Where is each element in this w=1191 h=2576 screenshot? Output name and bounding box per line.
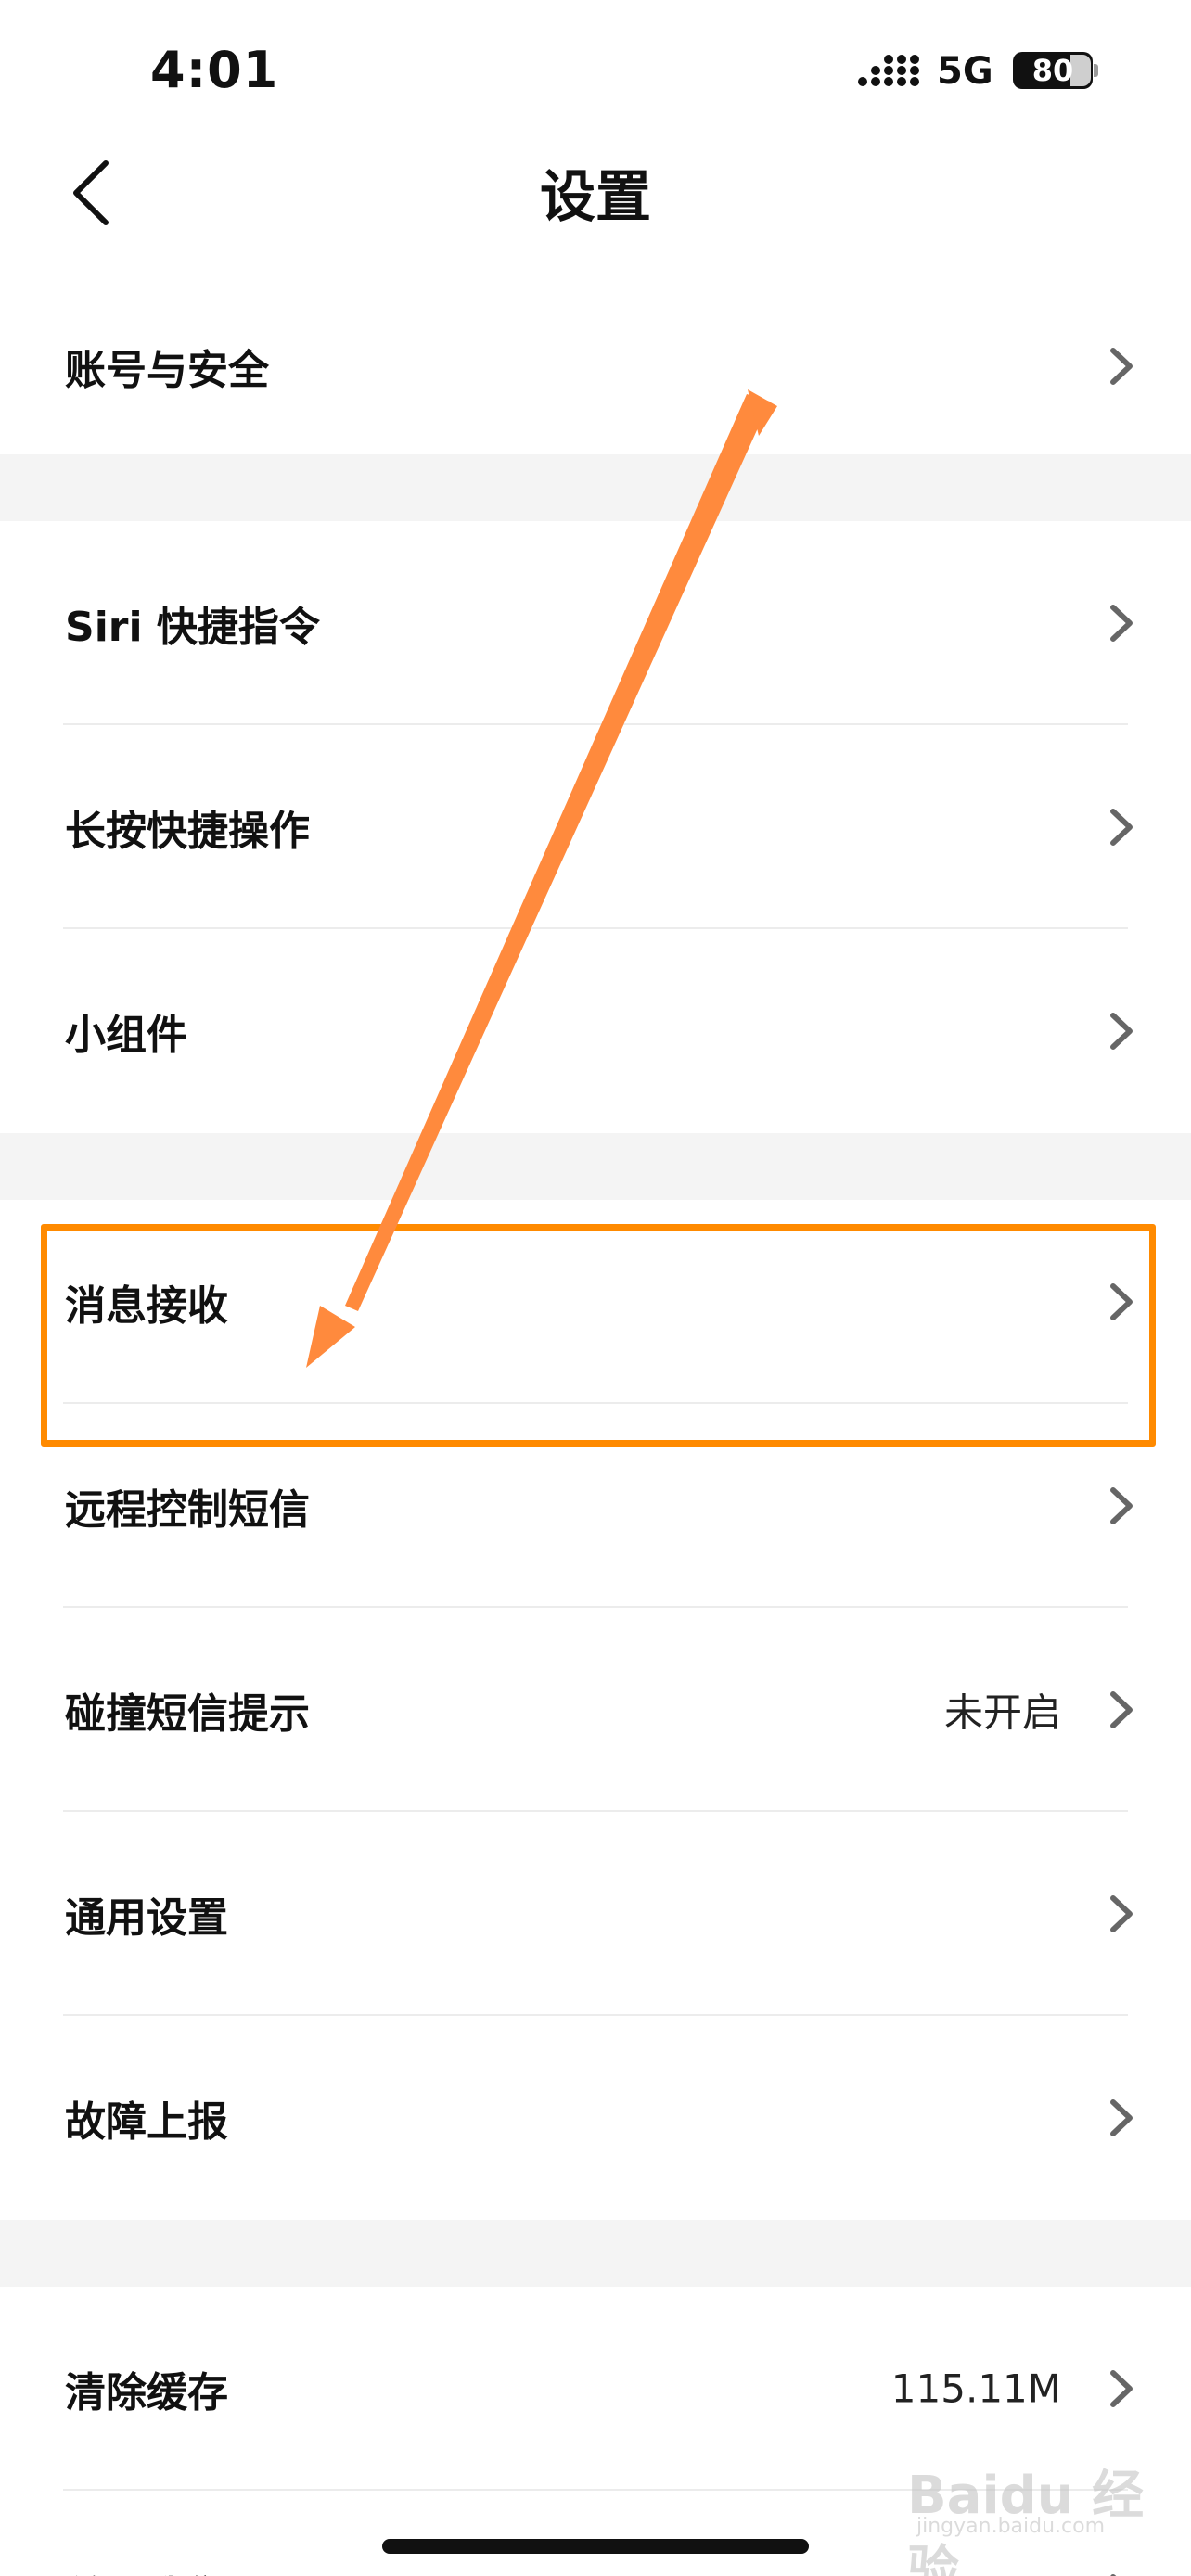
section-gap [0, 2220, 1191, 2287]
row-label: Siri 快捷指令 [65, 604, 320, 651]
row-value: 115.11M [890, 2366, 1061, 2412]
row-label: 长按快捷操作 [65, 808, 310, 855]
watermark: Baidu 经验 jingyan.baidu.com [907, 2448, 1158, 2576]
row-label: 关于我们 [65, 2563, 228, 2576]
chevron-right-icon [1110, 1691, 1133, 1728]
settings-row-collision-sms-alert[interactable]: 碰撞短信提示 未开启 [0, 1608, 1191, 1812]
status-bar: 4:01 5G 80 [0, 0, 1191, 130]
chevron-right-icon [1110, 348, 1133, 385]
nav-bar: 设置 [0, 130, 1191, 250]
watermark-url: jingyan.baidu.com [916, 2515, 1106, 2538]
chevron-right-icon [1110, 605, 1133, 642]
settings-row-account-security[interactable]: 账号与安全 [0, 278, 1191, 454]
annotation-highlight-box [41, 1224, 1156, 1447]
chevron-right-icon [1110, 1487, 1133, 1524]
settings-row-long-press-shortcuts[interactable]: 长按快捷操作 [0, 725, 1191, 929]
row-label: 账号与安全 [65, 347, 269, 394]
chevron-right-icon [1110, 1895, 1133, 1932]
chevron-right-icon [1110, 1013, 1133, 1050]
settings-row-widgets[interactable]: 小组件 [0, 929, 1191, 1133]
settings-row-siri-shortcuts[interactable]: Siri 快捷指令 [0, 521, 1191, 725]
home-indicator[interactable] [382, 2539, 809, 2554]
row-label: 故障上报 [65, 2098, 228, 2146]
battery-level: 80 [1031, 53, 1074, 88]
chevron-right-icon [1110, 2099, 1133, 2136]
section-gap [0, 1133, 1191, 1200]
row-value: 未开启 [943, 1690, 1061, 1736]
signal-strength-icon [858, 55, 919, 86]
settings-row-fault-report[interactable]: 故障上报 [0, 2016, 1191, 2220]
status-time: 4:01 [150, 41, 279, 99]
page-title: 设置 [540, 165, 651, 230]
row-label: 清除缓存 [65, 2369, 228, 2417]
chevron-right-icon [1110, 809, 1133, 846]
row-label: 通用设置 [65, 1894, 228, 1942]
battery-icon: 80 [1013, 52, 1098, 89]
settings-row-general-settings[interactable]: 通用设置 [0, 1812, 1191, 2016]
row-label: 远程控制短信 [65, 1486, 310, 1534]
chevron-right-icon [1110, 2370, 1133, 2407]
row-label: 碰撞短信提示 [65, 1690, 310, 1738]
row-label: 小组件 [65, 1012, 187, 1059]
network-type: 5G [937, 50, 993, 93]
section-gap [0, 454, 1191, 521]
